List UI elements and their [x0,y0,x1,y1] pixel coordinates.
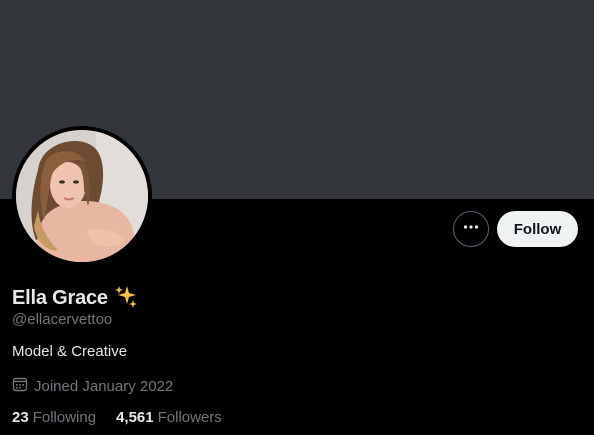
sparkles-icon [114,284,138,313]
following-count: 23 [12,409,29,426]
avatar[interactable] [16,130,148,262]
followers-link[interactable]: 4,561 Followers [116,409,222,426]
calendar-icon [12,376,28,396]
followers-count: 4,561 [116,409,154,426]
followers-label: Followers [157,409,222,426]
profile-stats: 23 Following 4,561 Followers [12,409,222,426]
user-handle: @ellacervettoo [12,311,113,328]
more-icon [462,218,480,241]
joined-date: Joined January 2022 [12,376,173,396]
more-button[interactable] [453,211,489,247]
following-link[interactable]: 23 Following [12,409,96,426]
display-name: Ella Grace [12,287,108,309]
avatar-container[interactable] [12,126,152,266]
name-row: Ella Grace [12,284,138,313]
bio-text: Model & Creative [12,343,128,360]
follow-button[interactable]: Follow [497,211,578,247]
avatar-image [16,130,148,262]
following-label: Following [32,409,97,426]
joined-label: Joined January 2022 [34,377,174,395]
